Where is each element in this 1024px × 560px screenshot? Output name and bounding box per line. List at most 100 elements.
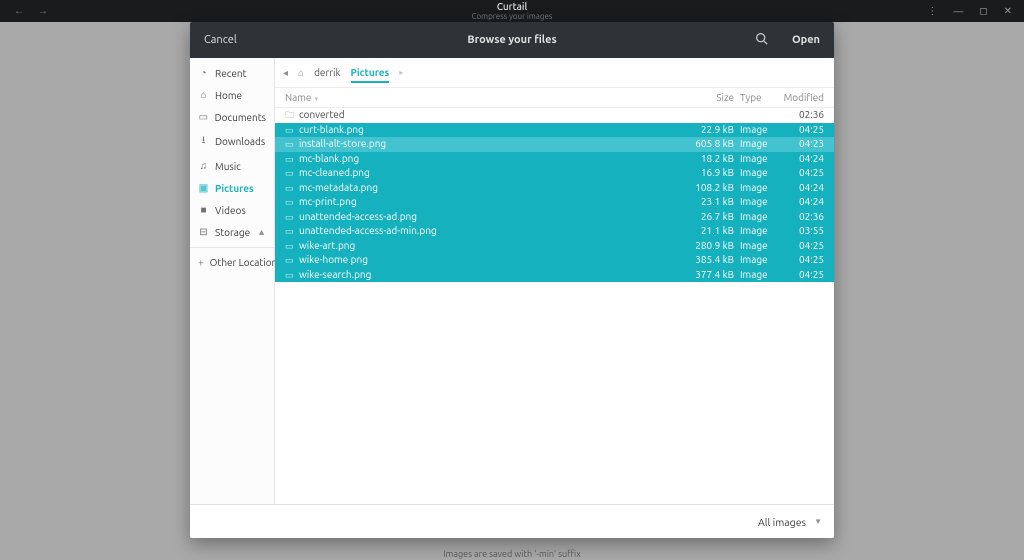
breadcrumb-segment-current[interactable]: Pictures	[351, 67, 390, 83]
sidebar-item-storage[interactable]: ⊟Storage▲	[190, 221, 274, 243]
nav-forward-icon[interactable]: →	[38, 5, 48, 17]
sidebar-item-label: Storage	[215, 227, 250, 238]
sidebar-item-label: Pictures	[215, 183, 254, 194]
file-row[interactable]: ▭install-alt-store.png605.8 kBImage04:23	[275, 137, 834, 152]
file-row[interactable]: ▭unattended-access-ad-min.png21.1 kBImag…	[275, 224, 834, 239]
file-name: wike-search.png	[299, 268, 690, 283]
close-icon[interactable]: ✕	[1004, 5, 1012, 17]
file-name: mc-blank.png	[299, 152, 690, 167]
dialog-header: Cancel Browse your files Open	[190, 22, 834, 58]
path-home-icon[interactable]: ⌂	[298, 67, 304, 79]
maximize-icon[interactable]: ◻	[979, 5, 987, 17]
file-row[interactable]: ▭mc-cleaned.png16.9 kBImage04:25	[275, 166, 834, 181]
file-row[interactable]: ▭wike-home.png385.4 kBImage04:25	[275, 253, 834, 268]
filter-label: All images	[758, 516, 806, 528]
file-row[interactable]: ▭wike-art.png280.9 kBImage04:25	[275, 239, 834, 254]
file-type: Image	[740, 268, 780, 283]
file-modified: 02:36	[780, 210, 824, 225]
file-chooser-dialog: Cancel Browse your files Open ◔Recent ⌂ H…	[190, 22, 834, 538]
sidebar-item-label: Documents	[215, 112, 266, 123]
minimize-icon[interactable]: —	[953, 6, 963, 17]
file-size: 16.9 kB	[690, 166, 740, 181]
file-type-filter[interactable]: All images ▼	[758, 516, 822, 528]
eject-icon[interactable]: ▲	[257, 227, 266, 237]
file-row[interactable]: ▭mc-print.png23.1 kBImage04:24	[275, 195, 834, 210]
file-size: 108.2 kB	[690, 181, 740, 196]
sidebar-item-recent[interactable]: ◔Recent	[190, 62, 274, 84]
chevron-right-icon: ▸	[399, 68, 403, 77]
file-row[interactable]: ▭curt-blank.png22.9 kBImage04:25	[275, 123, 834, 138]
file-type: Image	[740, 181, 780, 196]
image-file-icon: ▭	[285, 224, 299, 239]
file-name: wike-home.png	[299, 253, 690, 268]
breadcrumb-segment[interactable]: derrik	[314, 67, 340, 78]
chevron-down-icon: ▼	[814, 517, 822, 526]
search-icon[interactable]	[755, 32, 768, 48]
sidebar-item-videos[interactable]: ■ Videos	[190, 199, 274, 221]
videos-icon: ■	[198, 204, 209, 216]
file-size: 377.4 kB	[690, 268, 740, 283]
image-file-icon: ▭	[285, 268, 299, 283]
home-icon: ⌂	[198, 89, 209, 101]
file-type: Image	[740, 166, 780, 181]
folder-row[interactable]: 🗀converted02:36	[275, 108, 834, 123]
file-modified: 04:25	[780, 123, 824, 138]
image-file-icon: ▭	[285, 137, 299, 152]
sidebar-item-music[interactable]: ♫Music	[190, 155, 274, 177]
nav-back-icon[interactable]: ←	[14, 5, 24, 17]
file-modified: 04:25	[780, 268, 824, 283]
column-modified[interactable]: Modified	[780, 92, 824, 103]
file-modified: 04:24	[780, 181, 824, 196]
sidebar-item-pictures[interactable]: ▣ Pictures	[190, 177, 274, 199]
sidebar-item-label: Music	[215, 161, 241, 172]
file-size: 18.2 kB	[690, 152, 740, 167]
column-headers: Name▾ Size Type Modified	[275, 88, 834, 108]
file-name: install-alt-store.png	[299, 137, 690, 152]
sidebar-item-other-locations[interactable]: +Other Locations	[190, 252, 274, 273]
file-row[interactable]: ▭mc-blank.png18.2 kBImage04:24	[275, 152, 834, 167]
sidebar-item-documents[interactable]: ▭ Documents	[190, 106, 274, 128]
image-file-icon: ▭	[285, 195, 299, 210]
file-row[interactable]: ▭unattended-access-ad.png26.7 kBImage02:…	[275, 210, 834, 225]
image-file-icon: ▭	[285, 152, 299, 167]
file-modified: 04:25	[780, 166, 824, 181]
file-browser-main: ◂ ⌂ derrik Pictures ▸ Name▾ Size Type Mo…	[275, 58, 834, 504]
sidebar-item-home[interactable]: ⌂ Home	[190, 84, 274, 106]
places-sidebar: ◔Recent ⌂ Home ▭ Documents ⭳Downloads ♫Mus…	[190, 58, 275, 504]
column-name[interactable]: Name▾	[285, 92, 690, 103]
sidebar-item-label: Videos	[215, 205, 246, 216]
file-type: Image	[740, 152, 780, 167]
app-title-group: Curtail Compress your images	[472, 2, 553, 21]
file-modified: 04:23	[780, 137, 824, 152]
app-titlebar: ← → Curtail Compress your images ⋮ — ◻ ✕	[0, 0, 1024, 22]
file-type: Image	[740, 239, 780, 254]
cancel-button[interactable]: Cancel	[190, 34, 251, 46]
sidebar-item-downloads[interactable]: ⭳Downloads	[190, 128, 274, 155]
open-button[interactable]: Open	[778, 34, 834, 46]
sidebar-item-label: Recent	[215, 68, 247, 79]
menu-icon[interactable]: ⋮	[927, 5, 937, 17]
sidebar-item-label: Home	[215, 90, 242, 101]
file-name: curt-blank.png	[299, 123, 690, 138]
file-type: Image	[740, 123, 780, 138]
app-subtitle: Compress your images	[472, 13, 553, 21]
app-title: Curtail	[472, 2, 553, 12]
status-hint: Images are saved with '-min' suffix	[443, 549, 581, 559]
column-size[interactable]: Size	[690, 92, 740, 103]
file-type: Image	[740, 210, 780, 225]
sidebar-separator	[190, 247, 274, 248]
file-name: mc-cleaned.png	[299, 166, 690, 181]
file-row[interactable]: ▭mc-metadata.png108.2 kBImage04:24	[275, 181, 834, 196]
image-file-icon: ▭	[285, 239, 299, 254]
file-row[interactable]: ▭wike-search.png377.4 kBImage04:25	[275, 268, 834, 283]
column-type[interactable]: Type	[740, 92, 780, 103]
file-list[interactable]: 🗀converted02:36▭curt-blank.png22.9 kBIma…	[275, 108, 834, 504]
file-size: 605.8 kB	[690, 137, 740, 152]
path-back-icon[interactable]: ◂	[283, 67, 288, 79]
sidebar-item-label: Other Locations	[210, 257, 282, 268]
plus-icon: +	[198, 257, 204, 268]
image-file-icon: ▭	[285, 253, 299, 268]
documents-icon: ▭	[198, 111, 209, 123]
pictures-icon: ▣	[198, 182, 209, 194]
file-type: Image	[740, 195, 780, 210]
